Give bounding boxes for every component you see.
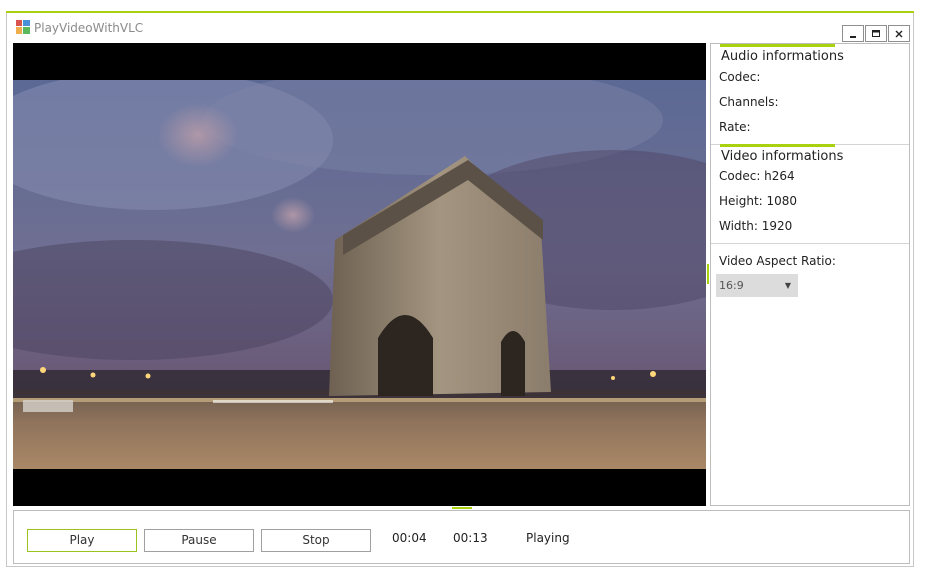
vertical-splitter-handle[interactable] [707, 264, 709, 284]
media-info-panel: Audio informations Codec: Channels: Rate… [710, 43, 910, 506]
aspect-ratio-dropdown[interactable]: 16:9 ▼ [716, 274, 798, 297]
audio-codec-label: Codec: [719, 70, 761, 84]
minimize-button[interactable] [842, 25, 864, 42]
play-button[interactable]: Play [27, 529, 137, 552]
video-info-group: Video informations Codec: h264 Height: 1… [711, 144, 909, 244]
current-time: 00:04 [392, 531, 427, 545]
audio-group-accent [720, 44, 835, 47]
maximize-button[interactable] [865, 25, 887, 42]
video-player[interactable] [13, 43, 706, 506]
title-bar[interactable]: PlayVideoWithVLC [7, 12, 913, 44]
close-button[interactable] [888, 25, 910, 42]
minimize-icon [850, 35, 856, 38]
pause-button[interactable]: Pause [144, 529, 254, 552]
playback-control-bar: Play Pause Stop 00:04 00:13 Playing [13, 510, 910, 564]
aspect-ratio-label: Video Aspect Ratio: [719, 254, 836, 268]
audio-info-title: Audio informations [721, 49, 844, 64]
audio-channels-label: Channels: [719, 95, 779, 109]
audio-rate-label: Rate: [719, 120, 751, 134]
main-window: PlayVideoWithVLC Audio informations Code… [6, 11, 914, 567]
video-height-label: Height: 1080 [719, 194, 798, 208]
window-controls [841, 25, 910, 42]
video-info-title: Video informations [721, 149, 844, 164]
close-icon [895, 30, 903, 37]
video-width-label: Width: 1920 [719, 219, 793, 233]
chevron-down-icon: ▼ [784, 281, 791, 290]
aspect-ratio-value: 16:9 [719, 279, 744, 292]
total-time: 00:13 [453, 531, 488, 545]
aspect-divider [711, 243, 909, 244]
horizontal-splitter-handle[interactable] [452, 507, 472, 509]
video-group-accent [720, 144, 835, 147]
audio-info-group: Audio informations Codec: Channels: Rate… [711, 44, 909, 144]
video-codec-label: Codec: h264 [719, 169, 795, 183]
video-frame-image [13, 80, 706, 469]
app-icon [16, 20, 30, 34]
window-accent-bar [6, 11, 914, 13]
playback-status: Playing [526, 531, 570, 545]
stop-button[interactable]: Stop [261, 529, 371, 552]
maximize-icon [872, 29, 880, 37]
window-title: PlayVideoWithVLC [34, 21, 144, 35]
